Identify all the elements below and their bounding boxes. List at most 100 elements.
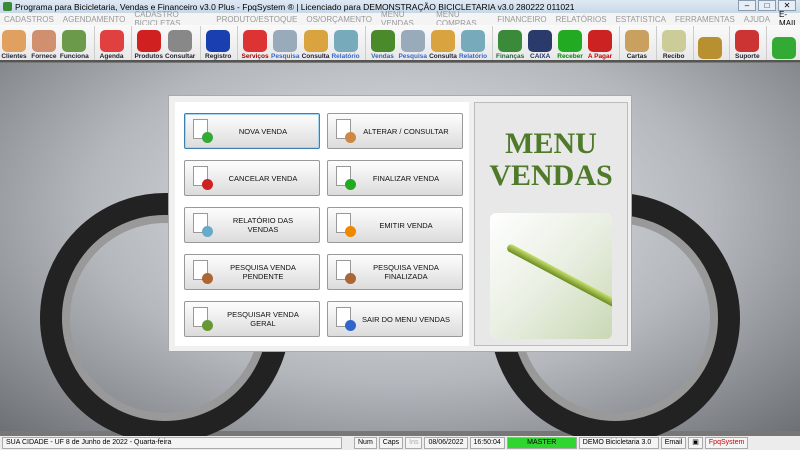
sales-menu-button[interactable]: ALTERAR / CONSULTAR bbox=[327, 113, 463, 149]
barcode-icon bbox=[168, 30, 193, 52]
toolbar-button-label: A Pagar bbox=[587, 53, 613, 60]
menu-item[interactable]: AGENDAMENTO bbox=[63, 15, 126, 24]
window-title: Programa para Bicicletaria, Vendas e Fin… bbox=[15, 1, 575, 12]
menu-item[interactable]: AJUDA bbox=[744, 15, 770, 24]
toolbar-button[interactable]: Consulta bbox=[429, 24, 457, 60]
toolbar-button[interactable]: Suporte bbox=[733, 24, 761, 60]
toolbar-button[interactable]: Agenda bbox=[98, 24, 126, 60]
sales-menu-button[interactable]: PESQUISA VENDA FINALIZADA bbox=[327, 254, 463, 290]
toolbar-button[interactable]: Finanças bbox=[496, 24, 524, 60]
toolbar-button[interactable]: CAIXA bbox=[526, 24, 554, 60]
toolbar-button[interactable]: Relatório bbox=[331, 24, 360, 60]
printer-icon bbox=[191, 213, 213, 237]
toolbar-button[interactable]: Receber bbox=[556, 24, 584, 60]
toolbar-button[interactable]: Clientes bbox=[0, 24, 28, 60]
scroll-icon bbox=[624, 30, 649, 52]
toolbar: Clientes Fornece Funciona Agenda Produtos Con… bbox=[0, 25, 800, 62]
menu-item[interactable]: CADASTROS bbox=[4, 15, 54, 24]
printer-icon bbox=[333, 30, 358, 52]
sales-menu-button[interactable]: PESQUISAR VENDA GERAL bbox=[184, 301, 320, 337]
toolbar-separator bbox=[492, 26, 494, 60]
sales-menu-button-label: CANCELAR VENDA bbox=[228, 173, 298, 183]
toolbar-button-label: Recibo bbox=[662, 53, 685, 60]
status-date: 08/06/2022 bbox=[424, 437, 468, 449]
receive-money-icon bbox=[558, 30, 583, 52]
sales-menu-button-label: PESQUISAR VENDA GERAL bbox=[227, 310, 299, 328]
status-location-date: SUA CIDADE - UF 8 de Junho de 2022 - Qua… bbox=[2, 437, 342, 449]
toolbar-button[interactable] bbox=[697, 24, 725, 60]
toolbar-button[interactable] bbox=[770, 24, 798, 60]
sales-menu-button[interactable]: RELATÓRIO DAS VENDAS bbox=[184, 207, 320, 243]
sales-menu-button-label: NOVA VENDA bbox=[238, 126, 288, 136]
toolbar-button[interactable]: Vendas bbox=[369, 24, 397, 60]
toolbar-button[interactable]: Consulta bbox=[302, 24, 330, 60]
menu-item[interactable]: FINANCEIRO bbox=[497, 15, 546, 24]
toolbar-separator bbox=[618, 26, 620, 60]
status-bar: SUA CIDADE - UF 8 de Junho de 2022 - Qua… bbox=[0, 436, 800, 450]
sales-menu-button[interactable]: EMITIR VENDA bbox=[327, 207, 463, 243]
toolbar-button-label: Pesquisa bbox=[398, 53, 428, 60]
toolbar-button[interactable]: Funciona bbox=[60, 24, 89, 60]
edit-pencil-icon bbox=[334, 119, 356, 143]
cancel-document-icon bbox=[191, 166, 213, 190]
drawer-icon bbox=[303, 30, 328, 52]
drawer-icon bbox=[430, 30, 455, 52]
toolbar-button[interactable]: A Pagar bbox=[586, 24, 614, 60]
sales-menu-button[interactable]: SAIR DO MENU VENDAS bbox=[327, 301, 463, 337]
search-pending-icon bbox=[191, 260, 213, 284]
minimize-button[interactable]: – bbox=[738, 0, 756, 11]
toolbar-separator bbox=[766, 26, 768, 60]
sales-menu-button-label: EMITIR VENDA bbox=[379, 220, 433, 230]
toolbar-button[interactable]: Serviços bbox=[241, 24, 269, 60]
sales-menu-button[interactable]: NOVA VENDA bbox=[184, 113, 320, 149]
toolbar-button[interactable]: Pesquisa bbox=[271, 24, 300, 60]
banner-title-line2: VENDAS bbox=[489, 159, 613, 192]
menu-item[interactable]: OS/ORÇAMENTO bbox=[306, 15, 372, 24]
status-num: Num bbox=[354, 437, 377, 449]
toolbar-button[interactable]: Recibo bbox=[660, 24, 688, 60]
status-brand[interactable]: FpqSystem bbox=[704, 437, 749, 449]
toolbar-button[interactable]: Cartas bbox=[623, 24, 651, 60]
status-ins: Ins bbox=[405, 437, 423, 449]
banner-title-line1: MENU bbox=[505, 127, 597, 160]
toolbar-button-label: Funciona bbox=[59, 53, 89, 60]
menu-item[interactable]: FERRAMENTAS bbox=[675, 15, 735, 24]
status-email[interactable]: Email bbox=[660, 437, 687, 449]
toolbar-button-label: Serviços bbox=[241, 53, 269, 60]
toolbar-button[interactable]: Registro bbox=[204, 24, 232, 60]
toolbar-button-label: Fornece bbox=[31, 53, 57, 60]
status-time: 16:50:04 bbox=[469, 437, 505, 449]
sales-menu-button[interactable]: PESQUISA VENDA PENDENTE bbox=[184, 254, 320, 290]
toolbar-button[interactable]: Relatório bbox=[459, 24, 487, 60]
sales-menu-button[interactable]: FINALIZAR VENDA bbox=[327, 160, 463, 196]
status-tools-icon[interactable]: ▣ bbox=[688, 437, 703, 449]
menu-item[interactable]: RELATÓRIOS bbox=[556, 15, 607, 24]
status-user: MASTER bbox=[506, 437, 577, 449]
toolbar-button-label: Consultar bbox=[165, 53, 196, 60]
sales-menu-panel: NOVA VENDA ALTERAR / CONSULTAR CANCELAR VE… bbox=[168, 95, 632, 352]
button-grid: NOVA VENDA ALTERAR / CONSULTAR CANCELAR VE… bbox=[175, 102, 469, 346]
toolbar-button-label: Consulta bbox=[429, 53, 457, 60]
toolbar-button[interactable]: Pesquisa bbox=[398, 24, 427, 60]
support-icon bbox=[735, 30, 760, 52]
menu-banner: MENU VENDAS bbox=[474, 102, 628, 346]
maximize-button[interactable]: □ bbox=[758, 0, 776, 11]
toolbar-button[interactable]: Fornece bbox=[30, 24, 58, 60]
toolbar-button[interactable]: Produtos bbox=[134, 24, 163, 60]
sales-menu-button-label: RELATÓRIO DAS VENDAS bbox=[232, 216, 294, 234]
toolbar-separator bbox=[237, 26, 239, 60]
toolbar-button[interactable]: Consultar bbox=[165, 24, 195, 60]
menu-item[interactable]: PRODUTO/ESTOQUE bbox=[216, 15, 297, 24]
sales-menu-button-label: ALTERAR / CONSULTAR bbox=[363, 126, 449, 136]
new-document-icon bbox=[191, 119, 213, 143]
exit-document-icon bbox=[334, 307, 356, 331]
sales-menu-button[interactable]: CANCELAR VENDA bbox=[184, 160, 320, 196]
search-doc-icon bbox=[400, 30, 425, 52]
toolbar-separator bbox=[93, 26, 95, 60]
search-doc-icon bbox=[273, 30, 298, 52]
emit-person-icon bbox=[334, 213, 356, 237]
check-document-icon bbox=[334, 166, 356, 190]
menu-item[interactable]: ESTATISTICA bbox=[616, 15, 666, 24]
toolbar-button-label: Suporte bbox=[735, 53, 760, 60]
toolbar-button-label: Vendas bbox=[371, 53, 394, 60]
